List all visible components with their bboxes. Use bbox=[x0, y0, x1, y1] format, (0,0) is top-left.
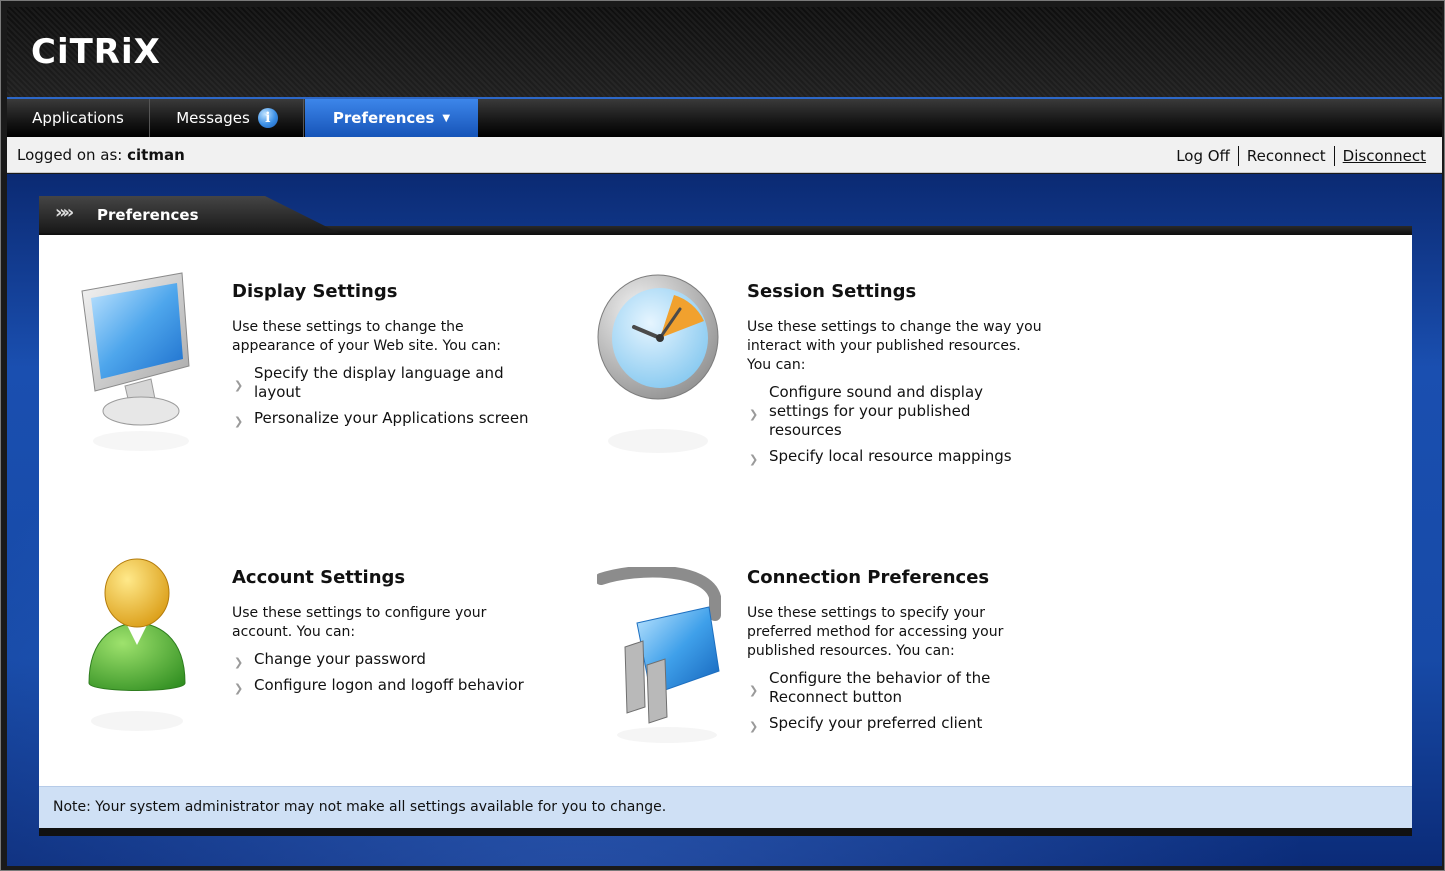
preferences-panel: Display Settings Use these settings to c… bbox=[39, 235, 1412, 786]
tab-messages-label: Messages bbox=[176, 109, 250, 127]
list-item-text: Configure logon and logoff behavior bbox=[254, 676, 524, 694]
account-settings-title[interactable]: Account Settings bbox=[232, 567, 532, 588]
panel-bottom-border bbox=[39, 828, 1412, 836]
chevron-down-icon: ▼ bbox=[442, 112, 451, 124]
note-text: Note: Your system administrator may not … bbox=[53, 799, 667, 815]
header-bar: CiTRiX bbox=[7, 7, 1442, 97]
tab-applications[interactable]: Applications bbox=[7, 99, 150, 137]
disconnect-link[interactable]: Disconnect bbox=[1343, 147, 1426, 165]
list-item: ❯ Personalize your Applications screen bbox=[232, 409, 532, 428]
list-item-text: Specify the display language and layout bbox=[254, 364, 504, 401]
display-settings: Display Settings Use these settings to c… bbox=[232, 281, 532, 435]
log-off-link[interactable]: Log Off bbox=[1176, 147, 1230, 165]
connection-preferences-description: Use these settings to specify your prefe… bbox=[747, 605, 1004, 659]
bullet-arrow-icon: ❯ bbox=[749, 719, 759, 733]
bullet-arrow-icon: ❯ bbox=[749, 684, 759, 697]
list-item-text: Configure sound and display settings for… bbox=[769, 383, 984, 439]
bullet-arrow-icon: ❯ bbox=[749, 452, 759, 466]
display-settings-description: Use these settings to change the appeara… bbox=[232, 319, 501, 354]
logged-on-info: Logged on as: citman bbox=[17, 146, 185, 164]
link-divider bbox=[1237, 146, 1239, 166]
list-item-text: Configure the behavior of the Reconnect … bbox=[769, 669, 991, 706]
monitor-icon[interactable] bbox=[77, 271, 197, 461]
bullet-arrow-icon: ❯ bbox=[234, 655, 244, 669]
session-settings: Session Settings Use these settings to c… bbox=[747, 281, 1047, 473]
double-chevron-icon: »» bbox=[55, 202, 74, 223]
user-icon[interactable] bbox=[81, 553, 201, 743]
account-settings: Account Settings Use these settings to c… bbox=[232, 567, 532, 702]
list-item-text: Personalize your Applications screen bbox=[254, 409, 529, 427]
connection-preferences-title[interactable]: Connection Preferences bbox=[747, 567, 1047, 588]
clock-icon[interactable] bbox=[592, 271, 722, 461]
session-settings-description: Use these settings to change the way you… bbox=[747, 319, 1042, 373]
username: citman bbox=[127, 146, 185, 164]
tab-preferences-label: Preferences bbox=[332, 109, 435, 127]
tab-messages[interactable]: Messages i bbox=[151, 99, 304, 137]
list-item-text: Change your password bbox=[254, 650, 426, 668]
bullet-arrow-icon: ❯ bbox=[749, 407, 759, 421]
browser-frame: CiTRiX Applications Messages i Preferenc… bbox=[0, 0, 1445, 871]
bullet-arrow-icon: ❯ bbox=[234, 414, 244, 428]
list-item: ❯ Specify your preferred client bbox=[747, 714, 1047, 733]
account-settings-description: Use these settings to configure your acc… bbox=[232, 605, 487, 640]
list-item: ❯ Configure the behavior of the Reconnect… bbox=[747, 669, 1047, 707]
info-icon: i bbox=[257, 108, 278, 128]
link-divider bbox=[1333, 146, 1335, 166]
reconnect-link[interactable]: Reconnect bbox=[1247, 147, 1326, 165]
list-item: ❯ Specify local resource mappings bbox=[747, 447, 1047, 466]
status-bar: Logged on as: citman Log Off Reconnect D… bbox=[7, 137, 1442, 173]
svg-text:CiTRiX: CiTRiX bbox=[31, 33, 161, 72]
tab-applications-label: Applications bbox=[32, 109, 124, 127]
list-item-text: Specify your preferred client bbox=[769, 714, 983, 732]
list-item: ❯ Specify the display language and layout bbox=[232, 364, 532, 402]
bullet-arrow-icon: ❯ bbox=[234, 681, 244, 695]
list-item: ❯ Change your password bbox=[232, 650, 532, 669]
account-settings-list: ❯ Change your password ❯ Configure logon a… bbox=[232, 650, 532, 695]
list-item-text: Specify local resource mappings bbox=[769, 447, 1012, 465]
tab-preferences[interactable]: Preferences ▼ bbox=[305, 99, 478, 137]
list-item: ❯ Configure sound and display settings fo… bbox=[747, 383, 1047, 440]
connection-preferences-list: ❯ Configure the behavior of the Reconnect… bbox=[747, 669, 1047, 733]
citrix-logo: CiTRiX bbox=[31, 32, 161, 82]
bullet-arrow-icon: ❯ bbox=[234, 379, 244, 392]
logged-on-prefix: Logged on as: bbox=[17, 146, 123, 164]
display-settings-title[interactable]: Display Settings bbox=[232, 281, 532, 302]
connection-preferences: Connection Preferences Use these setting… bbox=[747, 567, 1047, 740]
citrix-logo-icon: CiTRiX bbox=[31, 32, 161, 72]
session-links: Log Off Reconnect Disconnect bbox=[1176, 146, 1426, 166]
nav-tab-bar: Applications Messages i Preferences ▼ bbox=[7, 97, 1442, 137]
session-settings-title[interactable]: Session Settings bbox=[747, 281, 1047, 302]
plug-icon[interactable] bbox=[597, 567, 727, 747]
list-item: ❯ Configure logon and logoff behavior bbox=[232, 676, 532, 695]
section-title: Preferences bbox=[97, 206, 199, 224]
session-settings-list: ❯ Configure sound and display settings fo… bbox=[747, 383, 1047, 466]
note-bar: Note: Your system administrator may not … bbox=[39, 786, 1412, 828]
display-settings-list: ❯ Specify the display language and layout… bbox=[232, 364, 532, 428]
